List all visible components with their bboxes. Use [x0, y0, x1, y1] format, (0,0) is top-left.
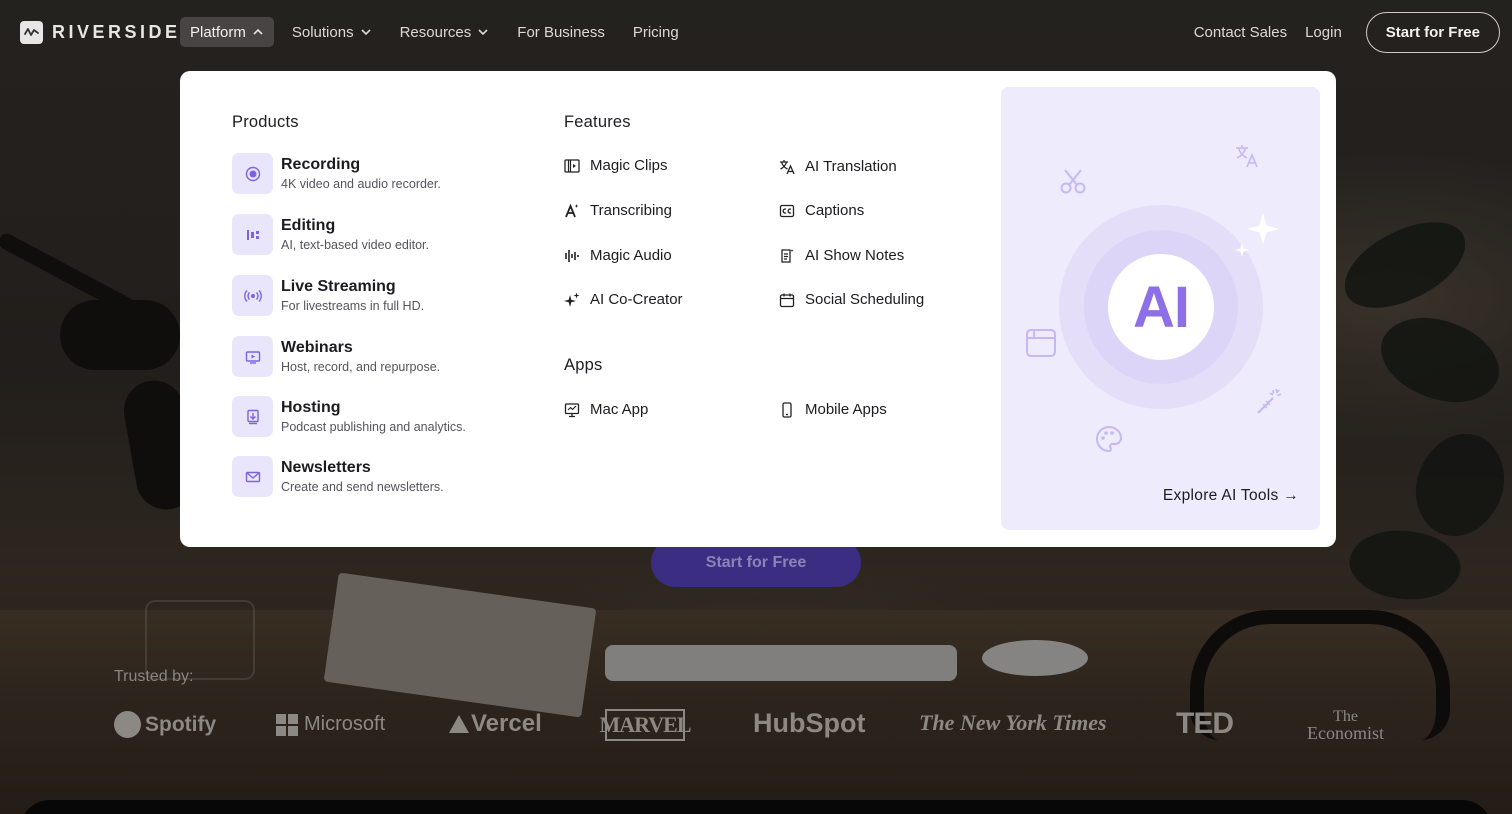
brand-ted: TED — [1176, 707, 1234, 740]
brand-economist: The Economist — [1307, 708, 1384, 743]
product-recording[interactable]: Recording 4K video and audio recorder. — [232, 153, 441, 194]
broadcast-icon — [232, 275, 273, 316]
product-editing[interactable]: Editing AI, text-based video editor. — [232, 214, 429, 255]
edit-timeline-icon — [232, 214, 273, 255]
upload-icon — [232, 396, 273, 437]
feature-ai-co-creator[interactable]: AI Co-Creator — [564, 291, 683, 308]
browser-window-icon — [1026, 329, 1056, 357]
notes-icon — [779, 248, 795, 264]
trusted-label: Trusted by: — [114, 668, 194, 685]
logo[interactable]: RIVERSIDE — [20, 21, 181, 44]
brand-spotify: Spotify — [114, 711, 216, 738]
app-mac[interactable]: Mac App — [564, 401, 648, 418]
product-live-streaming[interactable]: Live Streaming For livestreams in full HD… — [232, 275, 424, 316]
feature-captions[interactable]: Captions — [779, 202, 864, 219]
sparkle-icon — [564, 292, 580, 308]
ai-badge: AI — [1108, 254, 1214, 360]
brand-nyt: The New York Times — [919, 710, 1107, 735]
nav-for-business[interactable]: For Business — [507, 17, 615, 47]
ai-tools-card[interactable]: AI Explore AI Tools → — [1001, 87, 1320, 530]
monitor-icon — [564, 402, 580, 418]
chevron-down-icon — [361, 29, 371, 36]
start-for-free-button[interactable]: Start for Free — [1365, 12, 1500, 53]
spotify-icon — [114, 711, 141, 738]
nav-solutions[interactable]: Solutions — [282, 17, 382, 47]
brand-vercel: Vercel — [449, 710, 542, 738]
main-nav: Platform Solutions Resources For Busines… — [180, 17, 697, 47]
site-header: RIVERSIDE Platform Solutions Resources F… — [0, 0, 1512, 64]
magic-wand-icon — [1257, 388, 1282, 414]
vercel-icon — [449, 715, 469, 733]
header-actions: Contact Sales Login Start for Free — [1194, 12, 1500, 53]
logo-text: RIVERSIDE — [52, 22, 181, 42]
captions-icon — [779, 203, 795, 219]
explore-ai-tools-link[interactable]: Explore AI Tools → — [1163, 487, 1299, 505]
translate-icon — [779, 159, 795, 175]
audio-wave-icon — [564, 248, 580, 264]
bottom-strip — [20, 800, 1492, 814]
product-hosting[interactable]: Hosting Podcast publishing and analytics. — [232, 396, 466, 437]
feature-transcribing[interactable]: Transcribing — [564, 202, 672, 219]
feature-ai-translation[interactable]: AI Translation — [779, 158, 897, 175]
chevron-down-icon — [478, 29, 488, 36]
feature-ai-show-notes[interactable]: AI Show Notes — [779, 247, 904, 264]
record-icon — [232, 153, 273, 194]
phone-icon — [779, 401, 795, 418]
products-heading: Products — [232, 113, 299, 131]
app-mobile[interactable]: Mobile Apps — [779, 401, 887, 418]
nav-resources[interactable]: Resources — [390, 17, 500, 47]
feature-social-scheduling[interactable]: Social Scheduling — [779, 291, 924, 308]
webinar-screen-icon — [232, 336, 273, 377]
logo-mark-icon — [20, 21, 43, 44]
brand-marvel: MARVEL — [600, 709, 692, 741]
platform-dropdown: Products Recording 4K video and audio rec… — [180, 71, 1336, 547]
feature-magic-clips[interactable]: Magic Clips — [564, 157, 668, 174]
brand-hubspot: HubSpot — [753, 708, 866, 738]
calendar-icon — [779, 292, 795, 308]
product-newsletters[interactable]: Newsletters Create and send newsletters. — [232, 456, 444, 497]
features-heading: Features — [564, 113, 631, 131]
sparkle-deco-icon — [1235, 213, 1279, 257]
nav-platform[interactable]: Platform — [180, 17, 274, 47]
brand-microsoft: Microsoft — [276, 713, 385, 736]
chevron-up-icon — [253, 28, 263, 35]
transcribe-icon — [564, 203, 580, 219]
scissors-icon — [1060, 169, 1086, 194]
apps-heading: Apps — [564, 356, 603, 374]
mail-icon — [232, 456, 273, 497]
contact-sales-link[interactable]: Contact Sales — [1194, 24, 1287, 41]
nav-pricing[interactable]: Pricing — [623, 17, 689, 47]
translate-deco-icon — [1236, 145, 1258, 168]
login-link[interactable]: Login — [1305, 24, 1342, 41]
microsoft-icon — [276, 713, 298, 736]
clips-icon — [564, 158, 580, 174]
product-webinars[interactable]: Webinars Host, record, and repurpose. — [232, 336, 440, 377]
palette-icon — [1096, 425, 1123, 453]
feature-magic-audio[interactable]: Magic Audio — [564, 247, 672, 264]
